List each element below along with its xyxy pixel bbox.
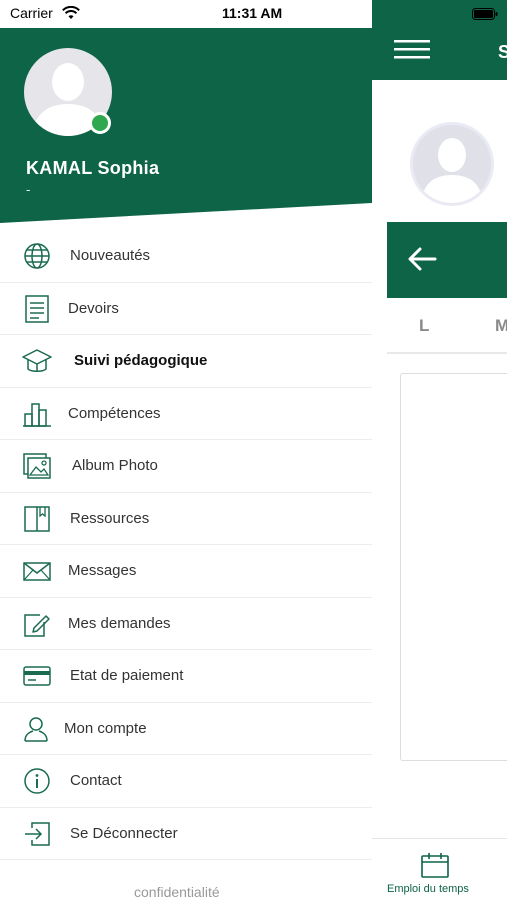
menu-item-album-photo[interactable]: Album Photo <box>0 440 372 493</box>
drawer-menu: Nouveautés Devoirs Suivi pédagogique Com… <box>0 230 372 860</box>
info-icon <box>24 768 50 794</box>
user-subtitle: - <box>26 182 31 197</box>
photo-album-icon <box>23 453 51 479</box>
menu-item-suivi-pedagogique[interactable]: Suivi pédagogique <box>0 335 372 388</box>
menu-label: Album Photo <box>72 457 158 474</box>
divider <box>387 352 507 354</box>
menu-label: Compétences <box>68 404 161 422</box>
day-header-tuesday[interactable]: M <box>495 316 507 336</box>
week-banner <box>387 222 507 298</box>
menu-item-contact[interactable]: Contact <box>0 755 372 808</box>
user-icon <box>24 716 48 742</box>
globe-icon <box>24 243 50 269</box>
menu-label: Contact <box>70 772 122 789</box>
person-icon <box>421 138 483 203</box>
logout-icon <box>25 821 50 846</box>
edit-icon <box>24 613 50 637</box>
menu-item-messages[interactable]: Messages <box>0 545 372 598</box>
menu-item-mes-demandes[interactable]: Mes demandes <box>0 598 372 650</box>
bar-chart-icon <box>23 402 51 427</box>
user-name: KAMAL Sophia <box>26 158 160 178</box>
hamburger-icon[interactable] <box>394 40 430 60</box>
online-status-dot <box>89 112 111 134</box>
graduation-cap-icon <box>22 349 52 372</box>
menu-label: Etat de paiement <box>70 667 184 684</box>
menu-label: Ressources <box>70 509 150 527</box>
back-arrow-icon[interactable] <box>407 246 437 272</box>
tab-emploi-du-temps[interactable]: Emploi du temps <box>387 883 469 895</box>
document-icon <box>25 294 49 323</box>
menu-item-se-deconnecter[interactable]: Se Déconnecter <box>0 808 372 860</box>
menu-label: Devoirs <box>68 299 119 317</box>
carrier-label: Carrier <box>10 5 53 21</box>
menu-label: Messages <box>68 562 137 579</box>
menu-item-mon-compte[interactable]: Mon compte <box>0 703 372 755</box>
battery-icon <box>472 8 498 20</box>
screen-title: S <box>498 42 507 62</box>
schedule-panel <box>400 373 507 761</box>
clock: 11:31 AM <box>222 5 283 21</box>
avatar <box>410 122 494 206</box>
wifi-icon <box>62 6 80 19</box>
menu-label: Suivi pédagogique <box>74 352 208 369</box>
side-drawer: KAMAL Sophia - Nouveautés Devoirs Suivi … <box>0 0 372 900</box>
profile-header: KAMAL Sophia - <box>0 0 372 225</box>
tab-bar: Emploi du temps <box>372 838 507 900</box>
credit-card-icon <box>23 666 51 686</box>
privacy-link[interactable]: confidentialité <box>134 884 220 900</box>
menu-item-devoirs[interactable]: Devoirs <box>0 283 372 335</box>
menu-label: Mon compte <box>64 719 147 737</box>
menu-item-etat-de-paiement[interactable]: Etat de paiement <box>0 650 372 703</box>
book-icon <box>24 505 50 532</box>
day-header-monday[interactable]: L <box>419 316 429 336</box>
menu-item-competences[interactable]: Compétences <box>0 388 372 440</box>
status-bar: Carrier 11:31 AM <box>0 0 507 28</box>
menu-item-ressources[interactable]: Ressources <box>0 493 372 545</box>
menu-label: Nouveautés <box>70 247 151 264</box>
menu-item-nouveautes[interactable]: Nouveautés <box>0 230 372 283</box>
calendar-icon[interactable] <box>420 851 450 879</box>
menu-label: Se Déconnecter <box>70 824 178 842</box>
menu-label: Mes demandes <box>68 614 171 632</box>
background-screen: S L M Emploi du temps <box>372 0 507 900</box>
mail-icon <box>23 562 51 581</box>
